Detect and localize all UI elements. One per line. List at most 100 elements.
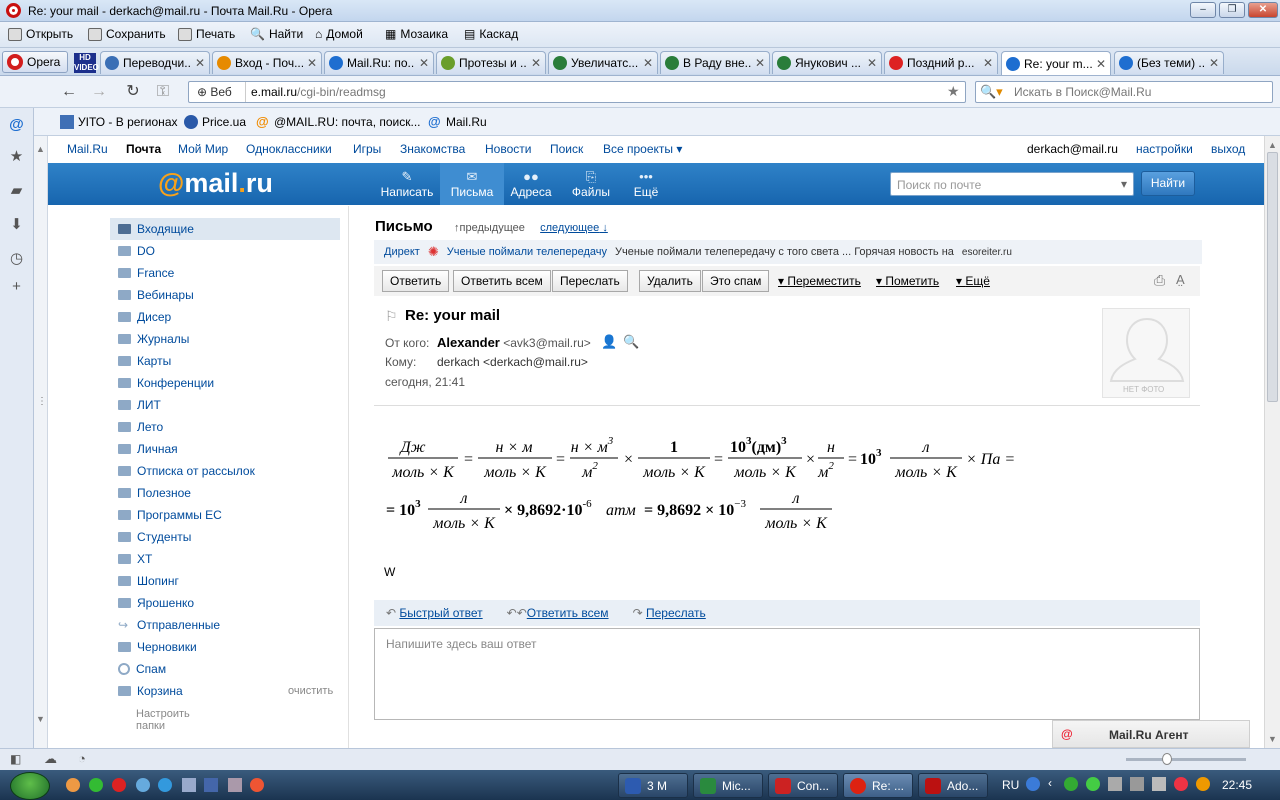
bookmark-mailru[interactable]: @ Mail.Ru	[428, 115, 487, 130]
nav-moy-mir[interactable]: Мой Мир	[178, 142, 228, 156]
reply-textarea[interactable]: Напишите здесь ваш ответ	[374, 628, 1200, 720]
quick-forward-link[interactable]: ↷ Переслать	[633, 606, 706, 620]
firefox-icon[interactable]	[66, 778, 80, 792]
contacts-button[interactable]: ●● Адреса	[499, 163, 563, 205]
find-button[interactable]: 🔍 Найти	[250, 27, 303, 41]
address-field[interactable]: ⊕ Веб e.mail.ru/cgi-bin/readmsg ★	[188, 81, 966, 103]
folder-settings-link[interactable]: Настроить папки	[136, 708, 190, 732]
opera-menu-button[interactable]: Opera	[2, 51, 68, 73]
zoom-handle[interactable]	[1162, 753, 1172, 765]
close-tab-icon[interactable]: ✕	[983, 56, 993, 70]
folder-item[interactable]: Спам	[110, 658, 340, 680]
next-message-link[interactable]: следующее ↓	[540, 222, 608, 234]
reload-button[interactable]: ↻	[122, 82, 144, 102]
translate-icon[interactable]: A̤	[1176, 272, 1185, 287]
prev-message-link[interactable]: ↑предыдущее	[454, 222, 525, 234]
qip-icon[interactable]	[136, 778, 150, 792]
start-button[interactable]	[10, 772, 50, 800]
print-icon[interactable]: ⎙	[1154, 272, 1165, 289]
close-tab-icon[interactable]: ✕	[867, 56, 877, 70]
nav-znakomstva[interactable]: Знакомства	[400, 142, 465, 156]
tray-expand-icon[interactable]: ‹	[1048, 776, 1052, 790]
folder-item[interactable]: ↪ Отправленные	[110, 614, 340, 636]
search-sender-icon[interactable]: 🔍	[623, 334, 639, 350]
page-scrollbar[interactable]: ▲ ▼	[1264, 136, 1280, 748]
home-button[interactable]: ⌂ Домой	[315, 27, 363, 41]
network-icon[interactable]	[1130, 777, 1144, 791]
tray-app-icon[interactable]	[1174, 777, 1188, 791]
mark-menu[interactable]: ▾ Пометить	[876, 274, 939, 288]
move-menu[interactable]: ▾ Переместить	[778, 274, 861, 288]
reply-all-button[interactable]: Ответить всем	[453, 270, 551, 292]
tab-0[interactable]: Переводчи... ✕	[100, 51, 210, 74]
mailru-logo[interactable]: @mail.ru	[158, 168, 273, 199]
flag-icon[interactable]: ⚐	[385, 308, 398, 325]
flash-icon[interactable]	[250, 778, 264, 792]
add-panel-icon[interactable]: +	[8, 278, 25, 295]
taskbar-excel[interactable]: Mic...	[693, 773, 763, 798]
history-panel-icon[interactable]: ◷	[8, 250, 25, 267]
folder-item[interactable]: ХТ	[110, 548, 340, 570]
ie-icon[interactable]	[158, 778, 172, 792]
bookmarks-panel-icon[interactable]: ★	[8, 148, 25, 165]
tab-8[interactable]: Re: your m... ✕	[1001, 51, 1111, 75]
zoom-slider[interactable]	[1126, 758, 1246, 761]
mail-search-input[interactable]: Поиск по почте ▾	[890, 172, 1134, 196]
nav-igry[interactable]: Игры	[353, 142, 381, 156]
more-actions-menu[interactable]: ▾ Ещё	[956, 274, 990, 288]
direct-link[interactable]: Директ	[384, 246, 420, 258]
delete-button[interactable]: Удалить	[639, 270, 701, 292]
ad-headline-link[interactable]: Ученые поймали телепередачу	[447, 246, 607, 258]
forward-button[interactable]: →	[88, 82, 110, 102]
quick-reply-link[interactable]: ↶ Быстрый ответ	[386, 606, 483, 620]
folder-item[interactable]: Ярошенко	[110, 592, 340, 614]
chrome-icon[interactable]	[89, 778, 103, 792]
logout-link[interactable]: выход	[1211, 142, 1245, 156]
nav-mailru[interactable]: Mail.Ru	[67, 142, 108, 156]
folder-item[interactable]: France	[110, 262, 340, 284]
help-icon[interactable]	[1026, 777, 1040, 791]
tray-app-icon[interactable]	[1086, 777, 1100, 791]
opera-taskbar-icon[interactable]	[112, 778, 126, 792]
folder-item[interactable]: Личная	[110, 438, 340, 460]
print-button[interactable]: Печать	[178, 27, 235, 41]
folder-item[interactable]: Отписка от рассылок	[110, 460, 340, 482]
tab-4[interactable]: Увеличатс... ✕	[548, 51, 658, 74]
panel-resize-handle[interactable]: ⋮ ▲ ▼	[34, 136, 48, 748]
desktop-icon[interactable]	[204, 778, 218, 792]
bookmark-mailru-portal[interactable]: @ @MAIL.RU: почта, поиск...	[256, 115, 421, 130]
nav-novosti[interactable]: Новости	[485, 142, 531, 156]
explorer-icon[interactable]	[182, 778, 196, 792]
tab-5[interactable]: В Раду вне... ✕	[660, 51, 770, 74]
folder-item[interactable]: Журналы	[110, 328, 340, 350]
close-window-button[interactable]: ✕	[1248, 2, 1278, 18]
minimize-button[interactable]: –	[1190, 2, 1216, 18]
nav-poisk[interactable]: Поиск	[550, 142, 583, 156]
search-engine-icon[interactable]: 🔍▾	[980, 84, 1003, 100]
nav-odnoklassniki[interactable]: Одноклассники	[246, 142, 332, 156]
more-button[interactable]: ••• Ещё	[614, 163, 678, 205]
open-button[interactable]: Открыть	[8, 27, 73, 41]
folder-item[interactable]: Студенты	[110, 526, 340, 548]
taskbar-console[interactable]: Con...	[768, 773, 838, 798]
bookmark-uito[interactable]: УІТО - В регионах	[60, 115, 178, 129]
folder-item[interactable]: Черновики	[110, 636, 340, 658]
tray-app-icon[interactable]	[1064, 777, 1078, 791]
quick-reply-all-link[interactable]: ↶↶Ответить всем	[507, 606, 609, 620]
close-tab-icon[interactable]: ✕	[1096, 57, 1106, 71]
close-tab-icon[interactable]: ✕	[1209, 56, 1219, 70]
volume-icon[interactable]	[1152, 777, 1166, 791]
add-contact-icon[interactable]: 👤	[601, 334, 617, 350]
tray-app-icon[interactable]	[1196, 777, 1210, 791]
folder-item[interactable]: Входящие	[110, 218, 340, 240]
close-tab-icon[interactable]: ✕	[419, 56, 429, 70]
folder-item[interactable]: Карты	[110, 350, 340, 372]
folder-item[interactable]: Конференции	[110, 372, 340, 394]
spam-button[interactable]: Это спам	[702, 270, 770, 292]
folder-item[interactable]: Полезное	[110, 482, 340, 504]
folder-item[interactable]: Программы ЕС	[110, 504, 340, 526]
clock[interactable]: 22:45	[1222, 778, 1252, 792]
language-indicator[interactable]: RU	[1002, 778, 1019, 792]
folder-item[interactable]: DO	[110, 240, 340, 262]
tile-button[interactable]: ▦ Мозаика	[385, 27, 448, 41]
